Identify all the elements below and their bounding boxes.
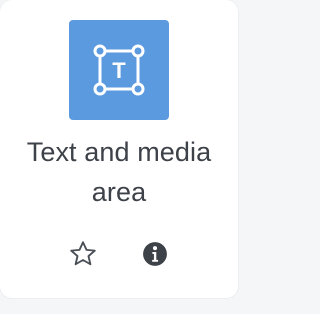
activity-title-line-2: area: [91, 177, 147, 207]
star-outline-icon: [70, 241, 96, 266]
activity-icon-tile[interactable]: T: [69, 20, 169, 120]
activity-title-line-1: Text and media: [26, 137, 212, 167]
activity-card[interactable]: T Text and media area: [0, 0, 238, 298]
info-button[interactable]: [138, 237, 172, 271]
activity-title[interactable]: Text and media area: [0, 132, 238, 212]
text-box-icon: T: [93, 44, 145, 96]
icon-letter: T: [112, 58, 126, 83]
info-circle-icon: [143, 242, 167, 266]
star-button[interactable]: [66, 237, 100, 271]
